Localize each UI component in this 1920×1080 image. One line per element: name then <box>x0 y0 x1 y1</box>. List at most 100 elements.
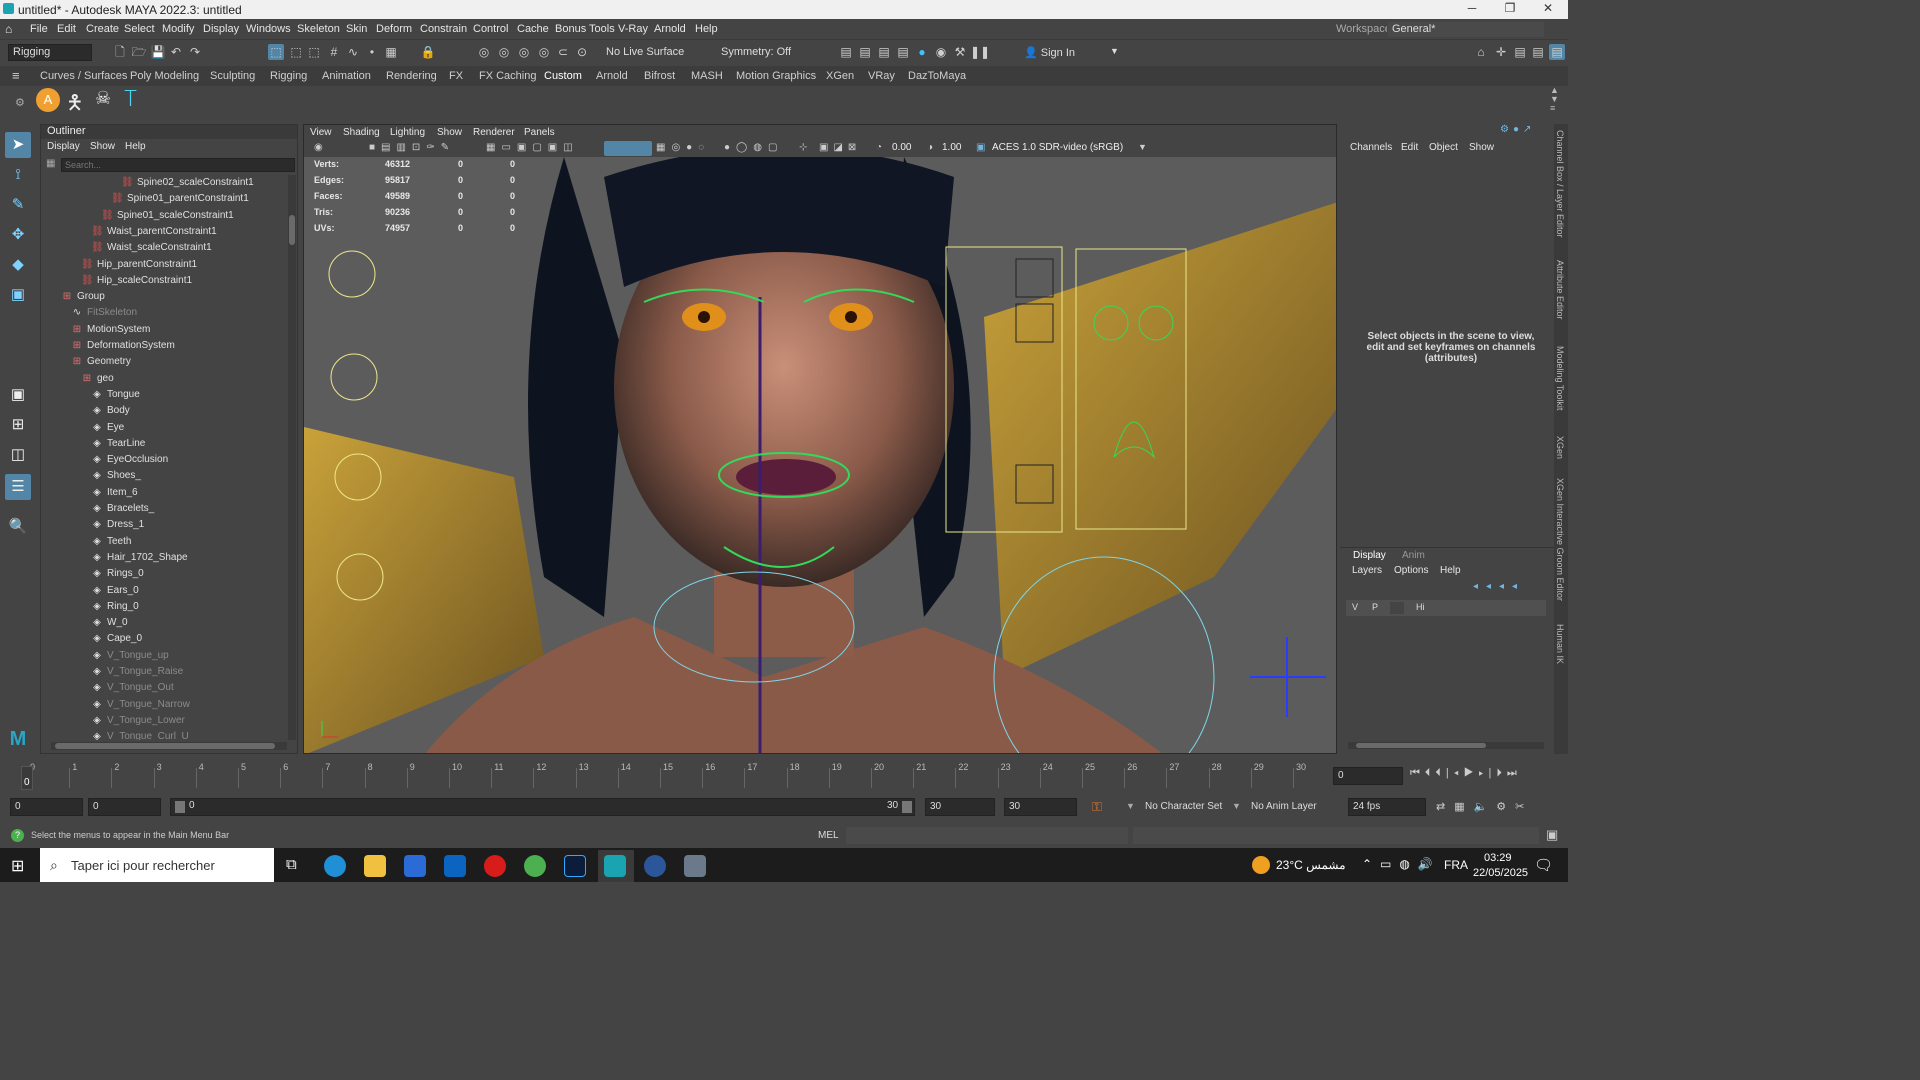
gamma-value[interactable]: 1.00 <box>942 142 961 153</box>
paint-select-icon[interactable]: ✎ <box>5 192 31 218</box>
shelf-tab-custom[interactable]: Custom <box>544 70 582 82</box>
shelf-tab-vray[interactable]: VRay <box>868 70 895 82</box>
outliner-item[interactable]: ◈ V_Tongue_Out <box>91 680 174 696</box>
shelf-tab-daztomaya[interactable]: DazToMaya <box>908 70 966 82</box>
outliner-hscrollbar[interactable] <box>51 742 287 750</box>
render-icon[interactable]: ◎ <box>476 44 492 60</box>
open-scene-icon[interactable]: 🗁 <box>131 44 147 60</box>
lasso-tool-icon[interactable]: ⟟ <box>5 162 31 188</box>
menu-display[interactable]: Display <box>203 23 239 35</box>
character-set-select[interactable]: No Character Set <box>1145 801 1222 812</box>
layer-row[interactable]: V P Hi <box>1346 600 1546 616</box>
sign-in-button[interactable]: 👤 Sign In <box>1024 46 1075 59</box>
cb-menu-channels[interactable]: Channels <box>1350 142 1392 153</box>
sidetab-human-ik[interactable]: Human IK <box>1555 624 1565 664</box>
outliner-item[interactable]: ◈ V_Tongue_Lower <box>91 713 185 729</box>
layer-color-swatch[interactable] <box>1390 602 1404 614</box>
cb-menu-show[interactable]: Show <box>1469 142 1494 153</box>
vp-menu-shading[interactable]: Shading <box>343 127 380 138</box>
layer-tab-display[interactable]: Display <box>1353 550 1386 561</box>
shelf-tab-fx[interactable]: FX <box>449 70 463 82</box>
word-icon[interactable] <box>644 855 666 877</box>
outliner-item[interactable]: ◈ V_Tongue_Narrow <box>91 697 190 713</box>
vp-menu-show[interactable]: Show <box>437 127 462 138</box>
outlook-icon[interactable] <box>444 855 466 877</box>
layer-tools-icons[interactable]: ◂◂◂◂ <box>1473 581 1525 592</box>
filter-icon[interactable]: ▦ <box>46 158 55 169</box>
hypershade2-icon[interactable]: ● <box>914 44 930 60</box>
outliner-item[interactable]: ◈ Teeth <box>91 534 131 550</box>
xray-icon[interactable]: ⊹ <box>799 142 807 153</box>
outliner-item[interactable]: ⛓ Spine02_scaleConstraint1 <box>121 175 254 191</box>
display-toggles-icon[interactable]: ▦▭▣▢▣◫ <box>486 142 579 153</box>
outliner-item[interactable]: ◈ Tongue <box>91 387 140 403</box>
script-lang-label[interactable]: MEL <box>818 830 839 841</box>
isolate-toggles-icon[interactable]: ●◯◍▢ <box>724 142 783 153</box>
outliner-item[interactable]: ◈ W_0 <box>91 615 127 631</box>
anim-end-field[interactable]: 30 <box>925 798 995 816</box>
sidetab-xgen-groom[interactable]: XGen Interactive Groom Editor <box>1555 478 1565 601</box>
ipr-render-icon[interactable]: ◎ <box>496 44 512 60</box>
outliner-item[interactable]: ⊞ Group <box>61 289 105 305</box>
select-component-icon[interactable]: ⬚ <box>306 44 322 60</box>
render-current-icon[interactable]: ▤ <box>857 44 873 60</box>
search-icon[interactable]: 🔍 <box>5 514 31 540</box>
range-slider-bar[interactable]: 0 30 <box>170 798 915 816</box>
select-hierarchy-icon[interactable]: ⬚ <box>268 44 284 60</box>
maximize-button[interactable]: ❐ <box>1490 1 1530 15</box>
camera-tools-icon[interactable]: ■▤▥⊡✑✎ <box>369 142 455 153</box>
four-view-icon[interactable]: ⊞ <box>5 412 31 438</box>
task-view-icon[interactable]: ⧉ <box>286 856 297 873</box>
vp-menu-panels[interactable]: Panels <box>524 127 555 138</box>
t-pose-icon[interactable]: ⟙ <box>124 86 137 112</box>
menu-select[interactable]: Select <box>124 23 155 35</box>
outliner-search-input[interactable] <box>61 158 295 172</box>
taskbar-search-placeholder[interactable]: Taper ici pour rechercher <box>71 858 215 873</box>
fk-control-circle-2[interactable] <box>330 353 378 401</box>
snap-point-icon[interactable]: • <box>364 44 380 60</box>
outliner-item[interactable]: ◈ Item_6 <box>91 485 137 501</box>
menu-cache[interactable]: Cache <box>517 23 549 35</box>
chrome-icon[interactable] <box>524 855 546 877</box>
outliner-hscroll-thumb[interactable] <box>55 743 275 749</box>
outliner-item[interactable]: ◈ Ring_0 <box>91 599 139 615</box>
tray-icons[interactable]: ⌃▭◍🔊 <box>1362 857 1441 871</box>
menu-vray[interactable]: V-Ray <box>618 23 648 35</box>
menu-skin[interactable]: Skin <box>346 23 367 35</box>
timeline-ticks[interactable]: 0123456789101112131415161718192021222324… <box>0 760 1330 790</box>
viewport-panel[interactable]: View Shading Lighting Show Renderer Pane… <box>303 124 1337 754</box>
outliner-item[interactable]: ◈ V_Tongue_up <box>91 648 169 664</box>
snap-grid-icon[interactable]: # <box>326 44 342 60</box>
outliner-item[interactable]: ◈ V_Tongue_Curl_U <box>91 729 189 740</box>
lock-icon[interactable]: 🔒 <box>420 44 436 60</box>
outliner-item[interactable]: ◈ Cape_0 <box>91 631 142 647</box>
anim-start-field[interactable]: 0 <box>88 798 161 816</box>
home-icon[interactable]: ⌂ <box>5 22 12 36</box>
file-explorer-icon[interactable] <box>364 855 386 877</box>
command-input[interactable] <box>846 827 1128 844</box>
render-settings-icon[interactable]: ◎ <box>516 44 532 60</box>
opera-icon[interactable] <box>484 855 506 877</box>
redo-icon[interactable]: ↷ <box>187 44 203 60</box>
shelf-scroll-icon[interactable]: ▲ ▼ ≡ <box>1550 86 1559 113</box>
sidetab-attribute-editor[interactable]: Attribute Editor <box>1555 260 1565 320</box>
layer-visibility[interactable]: V <box>1352 602 1358 612</box>
sidetab-xgen[interactable]: XGen <box>1555 436 1565 459</box>
clock-time[interactable]: 03:29 <box>1484 852 1512 864</box>
shelf-tab-mash[interactable]: MASH <box>691 70 723 82</box>
outliner-item[interactable]: ◈ Rings_0 <box>91 566 144 582</box>
modeling-toolkit-icon[interactable]: ⌂ <box>1473 44 1489 60</box>
vp-menu-view[interactable]: View <box>310 127 332 138</box>
undo-icon[interactable]: ↶ <box>168 44 184 60</box>
anim-layer-chevron-icon[interactable]: ▼ <box>1232 801 1241 811</box>
input-language[interactable]: FRA <box>1444 858 1468 872</box>
playback-options-icons[interactable]: ⇄▦🔈⚙✂ <box>1436 800 1533 813</box>
outliner-item[interactable]: ◈ Dress_1 <box>91 517 144 533</box>
live-surface-label[interactable]: No Live Surface <box>606 46 684 58</box>
menu-skeleton[interactable]: Skeleton <box>297 23 340 35</box>
current-time-indicator[interactable]: 0 <box>21 766 33 790</box>
notifications-icon[interactable]: 🗨 <box>1534 856 1553 874</box>
outliner-item[interactable]: ◈ Eye <box>91 420 124 436</box>
layer-tab-anim[interactable]: Anim <box>1402 550 1425 561</box>
channel-box-icon[interactable]: ▤ <box>1549 44 1565 60</box>
